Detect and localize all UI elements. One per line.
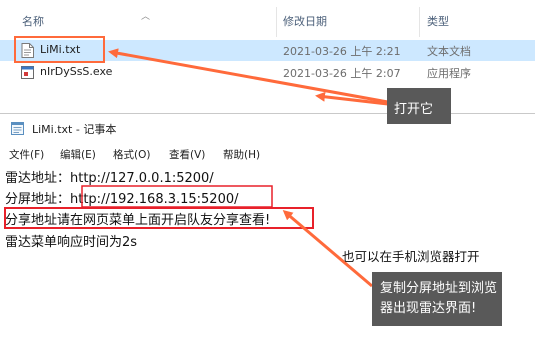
callout-copy-text: 复制分屏地址到浏览器出现雷达界面! xyxy=(380,281,498,316)
callout-open-it: 打开它 xyxy=(387,88,451,124)
callout-open-it-text: 打开它 xyxy=(394,102,434,117)
arrow-to-file xyxy=(108,48,389,104)
callout-copy-split-address: 复制分屏地址到浏览器出现雷达界面! xyxy=(372,272,502,326)
highlight-box-split-url xyxy=(81,185,273,208)
browser-note: 也可以在手机浏览器打开 xyxy=(342,249,480,264)
